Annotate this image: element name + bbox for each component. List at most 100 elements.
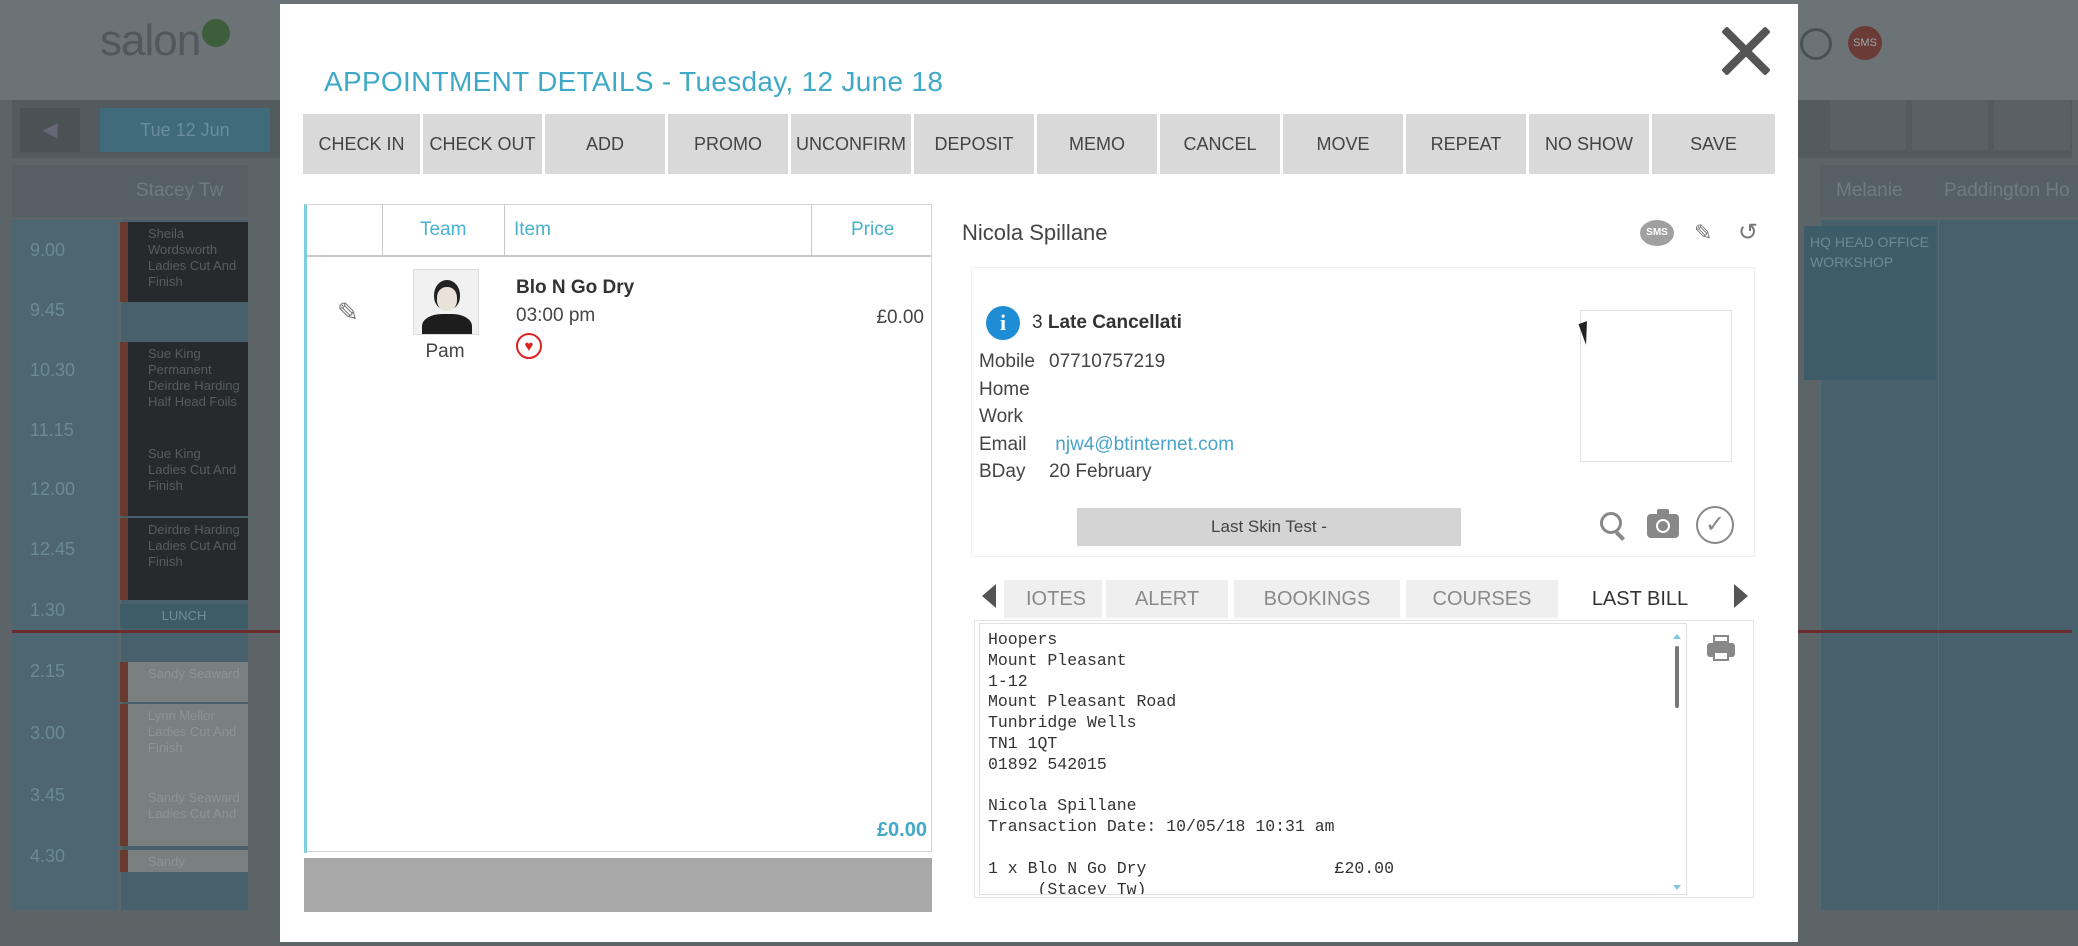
email-link[interactable]: njw4@btinternet.com xyxy=(1055,434,1234,455)
column-header: Melanie xyxy=(1820,165,1938,217)
tab-alert[interactable]: ALERT xyxy=(1106,580,1228,618)
status-text: GRT001 - Connecting to Hea xyxy=(12,912,245,932)
promo-button[interactable]: PROMO xyxy=(668,114,791,174)
client-photo[interactable] xyxy=(1580,310,1732,462)
bday-row: BDay 20 February xyxy=(979,461,1152,482)
appointment-block[interactable]: Sue King Permanent Deirdre Harding Half H… xyxy=(120,342,248,442)
unconfirm-button[interactable]: UNCONFIRM xyxy=(791,114,914,174)
bill-line: Hoopers xyxy=(988,630,1058,649)
move-button[interactable]: MOVE xyxy=(1283,114,1406,174)
prev-day-button[interactable]: ◀ xyxy=(20,108,80,152)
print-icon[interactable] xyxy=(1707,635,1735,661)
alert-summary: 3 Late Cancellati xyxy=(1032,312,1182,333)
sms-icon[interactable]: SMS xyxy=(1640,220,1674,246)
time-slot: 4.30 xyxy=(30,846,66,866)
appointment-block[interactable]: Lynn Mellor Ladies Cut And Finish xyxy=(120,704,248,788)
check-out-button[interactable]: CHECK OUT xyxy=(423,114,545,174)
bill-line: Tunbridge Wells xyxy=(988,713,1137,733)
sms-icon[interactable]: SMS xyxy=(1848,26,1882,60)
services-table: Team Item Price ✎ Pam Blo N Go Dry 03:00… xyxy=(304,204,932,853)
pencil-icon[interactable]: ✎ xyxy=(1694,220,1712,246)
action-toolbar: CHECK IN CHECK OUT ADD PROMO UNCONFIRM D… xyxy=(303,114,1775,174)
help-icon[interactable] xyxy=(1800,28,1832,60)
close-icon[interactable] xyxy=(1718,22,1774,78)
camera-icon[interactable] xyxy=(1647,509,1679,538)
email-row: Email njw4@btinternet.com xyxy=(979,434,1235,455)
event-block[interactable]: HQ HEAD OFFICE WORKSHOP xyxy=(1804,226,1936,380)
appointment-block[interactable]: Sue King Ladies Cut And Finish xyxy=(120,442,248,516)
last-bill-panel: Hoopers Mount Pleasant 1-12 Mount Pleasa… xyxy=(974,620,1754,898)
time-column xyxy=(12,220,118,910)
appointment-block[interactable]: Deirdre Harding Ladies Cut And Finish xyxy=(120,518,248,600)
time-slot: 3.00 xyxy=(30,723,66,743)
bill-line: 1-12 xyxy=(988,671,1028,691)
add-button[interactable]: ADD xyxy=(545,114,668,174)
bill-line xyxy=(988,776,1678,797)
tab-bookings[interactable]: BOOKINGS xyxy=(1234,580,1400,618)
skin-test-button[interactable]: Last Skin Test - xyxy=(1077,508,1461,546)
tab-notes[interactable]: IOTES xyxy=(1004,580,1102,618)
refresh-icon[interactable]: ↺ xyxy=(1738,218,1758,247)
mobile-row: Mobile 07710757219 xyxy=(979,351,1166,372)
bill-line: 01892 542015 xyxy=(988,754,1107,774)
nav-button[interactable] xyxy=(1994,100,2070,150)
appointment-block[interactable]: Sheila Wordsworth Ladies Cut And Finish xyxy=(120,222,248,302)
appointment-block[interactable]: Sandy Seaward Ladies Cut And xyxy=(120,786,248,846)
no-show-button[interactable]: NO SHOW xyxy=(1529,114,1652,174)
cancel-button[interactable]: CANCEL xyxy=(1160,114,1283,174)
repeat-button[interactable]: REPEAT xyxy=(1406,114,1529,174)
table-row[interactable]: ✎ Pam Blo N Go Dry 03:00 pm ♥ £0.00 xyxy=(304,259,928,369)
appointment-block[interactable]: Sandy Seaward xyxy=(120,662,248,702)
bill-line: Mount Pleasant xyxy=(988,650,1127,670)
bill-text-area[interactable]: Hoopers Mount Pleasant 1-12 Mount Pleasa… xyxy=(979,623,1687,895)
time-slot: 10.30 xyxy=(30,360,76,380)
check-icon[interactable]: ✓ xyxy=(1696,506,1734,544)
client-tabs: IOTES ALERT BOOKINGS COURSES LAST BILL xyxy=(978,578,1754,620)
total-price: £0.00 xyxy=(876,819,927,841)
item-column-header: Item xyxy=(514,219,551,240)
tab-last-bill[interactable]: LAST BILL xyxy=(1564,580,1716,618)
tab-courses[interactable]: COURSES xyxy=(1406,580,1558,618)
nav-button[interactable] xyxy=(1830,100,1906,150)
current-date[interactable]: Tue 12 Jun xyxy=(100,108,270,152)
info-icon[interactable]: i xyxy=(986,306,1020,340)
memo-button[interactable]: MEMO xyxy=(1037,114,1160,174)
time-slot: 1.30 xyxy=(30,600,66,620)
service-price: £0.00 xyxy=(876,307,924,328)
divider xyxy=(382,205,383,257)
time-slot: 9.45 xyxy=(30,300,66,320)
staff-name: Pam xyxy=(425,341,465,362)
check-in-button[interactable]: CHECK IN xyxy=(303,114,423,174)
service-time: 03:00 pm xyxy=(516,305,596,326)
nav-button[interactable] xyxy=(1912,100,1988,150)
footer-text: Shedfrom xyxy=(1979,912,2058,932)
time-slot: 9.00 xyxy=(30,240,66,260)
save-button[interactable]: SAVE xyxy=(1652,114,1775,174)
divider xyxy=(504,205,505,257)
work-row: Work xyxy=(979,406,1023,427)
client-card: i 3 Late Cancellati Mobile 07710757219 Ho… xyxy=(972,268,1754,556)
staff-column xyxy=(1938,220,2078,910)
price-column-header: Price xyxy=(851,219,895,240)
bill-scrollbar[interactable] xyxy=(1670,632,1686,892)
column-header: Stacey Tw xyxy=(120,165,248,217)
bill-line: (Stacey Tw) xyxy=(988,879,1147,895)
service-name: Blo N Go Dry xyxy=(516,277,635,298)
lunch-block: LUNCH xyxy=(120,604,248,628)
bill-line xyxy=(988,838,1678,859)
team-column-header: Team xyxy=(420,219,467,240)
search-icon[interactable] xyxy=(1600,512,1622,534)
deposit-button[interactable]: DEPOSIT xyxy=(914,114,1037,174)
time-slot: 12.45 xyxy=(30,539,76,559)
pencil-icon[interactable]: ✎ xyxy=(337,299,363,325)
appointment-block[interactable]: Sandy xyxy=(120,850,248,872)
table-footer-bar xyxy=(304,858,932,912)
column-header: Paddington Ho xyxy=(1938,165,2078,217)
heart-icon[interactable]: ♥ xyxy=(516,333,542,359)
tab-scroll-left-icon[interactable] xyxy=(982,584,996,608)
time-slot: 3.45 xyxy=(30,785,66,805)
tab-scroll-right-icon[interactable] xyxy=(1734,584,1748,608)
bill-line: 1 x Blo N Go Dry £20.00 xyxy=(988,858,1394,878)
bill-line: Nicola Spillane xyxy=(988,796,1137,816)
time-slot: 2.15 xyxy=(30,661,66,681)
